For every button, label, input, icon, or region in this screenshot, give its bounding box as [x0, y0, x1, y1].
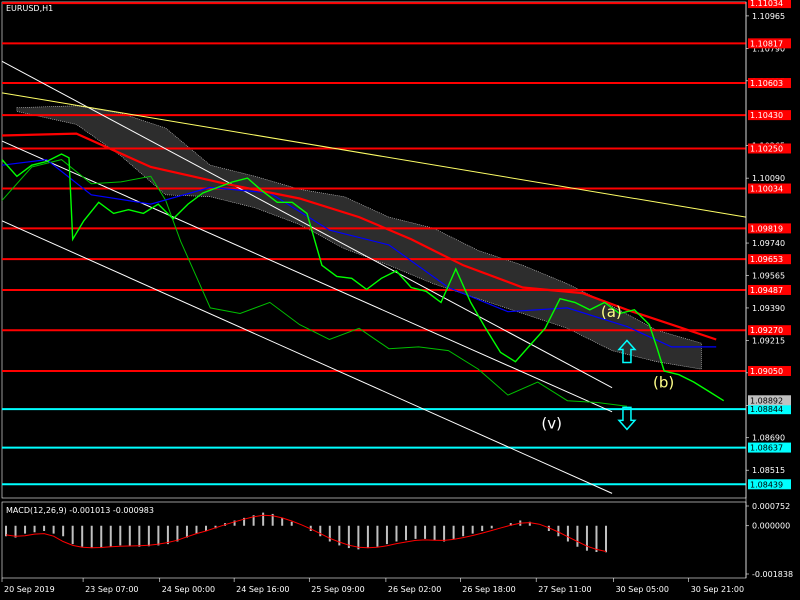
level-tag-label: 1.08844 — [750, 405, 783, 414]
wave-label: (a) — [601, 303, 622, 321]
price-line — [1, 153, 725, 402]
price-axis: 1.109651.107901.106151.102651.100901.097… — [745, 0, 791, 578]
wave-label: (v) — [541, 414, 562, 432]
trend-line — [1, 60, 613, 389]
price-axis-label: 1.08515 — [752, 466, 785, 475]
level-tag-label: 1.09819 — [750, 224, 783, 233]
price-axis-label: 1.09215 — [752, 336, 785, 345]
macd-axis-label: 0.000752 — [752, 502, 790, 511]
time-axis-label: 30 Sep 05:00 — [616, 585, 669, 594]
level-tag-label: 1.08637 — [750, 444, 783, 453]
price-axis-label: 1.08690 — [752, 434, 785, 443]
macd-title: MACD(12,26,9) -0.001013 -0.000983 — [6, 506, 154, 515]
price-series — [1, 153, 725, 402]
level-tag-label: 1.10250 — [750, 144, 783, 153]
time-axis-label: 26 Sep 18:00 — [462, 585, 515, 594]
time-axis-label: 27 Sep 11:00 — [538, 585, 591, 594]
price-axis-label: 1.10965 — [752, 12, 785, 21]
price-axis-label: 1.10090 — [752, 174, 785, 183]
level-tag-label: 1.09270 — [750, 326, 783, 335]
time-axis: 20 Sep 2019 23 Sep 07:00 24 Sep 00:00 24 Se… — [1, 578, 744, 594]
level-tag-label: 1.09653 — [750, 255, 783, 264]
time-axis-label: 23 Sep 07:00 — [85, 585, 138, 594]
level-tag-label: 1.10817 — [750, 39, 783, 48]
time-axis-label: 25 Sep 09:00 — [311, 585, 364, 594]
time-axis-label: 24 Sep 16:00 — [236, 585, 289, 594]
time-axis-label: 24 Sep 00:00 — [162, 585, 215, 594]
price-axis-label: 1.09390 — [752, 304, 785, 313]
level-tag-label: 1.10430 — [750, 111, 783, 120]
level-tag-label: 1.10034 — [750, 185, 783, 194]
level-tag-label: 1.11034 — [750, 0, 783, 8]
macd-axis-label: -0.001838 — [752, 570, 793, 579]
price-chart: (a) (b) (v) EURUSD,H1 1.109651.107901.1061… — [1, 0, 793, 594]
macd-signal-line — [5, 514, 607, 552]
time-axis-label: 20 Sep 2019 — [4, 585, 55, 594]
time-axis-label: 26 Sep 02:00 — [388, 585, 441, 594]
level-tag-label: 1.08439 — [750, 480, 783, 489]
level-tag-label: 1.09487 — [750, 286, 783, 295]
chart-symbol: EURUSD,H1 — [6, 4, 53, 13]
time-axis-label: 30 Sep 21:00 — [691, 585, 744, 594]
moving-averages — [1, 132, 717, 407]
price-axis-label: 1.09565 — [752, 271, 785, 280]
trend-line — [1, 220, 613, 494]
macd-plot — [5, 512, 607, 553]
main-panel: (a) (b) (v) EURUSD,H1 — [1, 1, 747, 499]
macd-axis-label: 0.000000 — [752, 522, 790, 531]
level-tag-label: 1.10603 — [750, 79, 783, 88]
price-axis-label: 1.09740 — [752, 239, 785, 248]
arrow-down-icon — [617, 406, 637, 431]
level-tag-label: 1.09050 — [750, 367, 783, 376]
macd-axis-labels: 0.000752 0.000000 -0.001838 — [746, 502, 793, 579]
current-price-label: 1.08892 — [750, 396, 783, 405]
wave-label: (b) — [653, 374, 674, 392]
macd-panel: MACD(12,26,9) -0.001013 -0.000983 0.0007… — [1, 501, 793, 579]
